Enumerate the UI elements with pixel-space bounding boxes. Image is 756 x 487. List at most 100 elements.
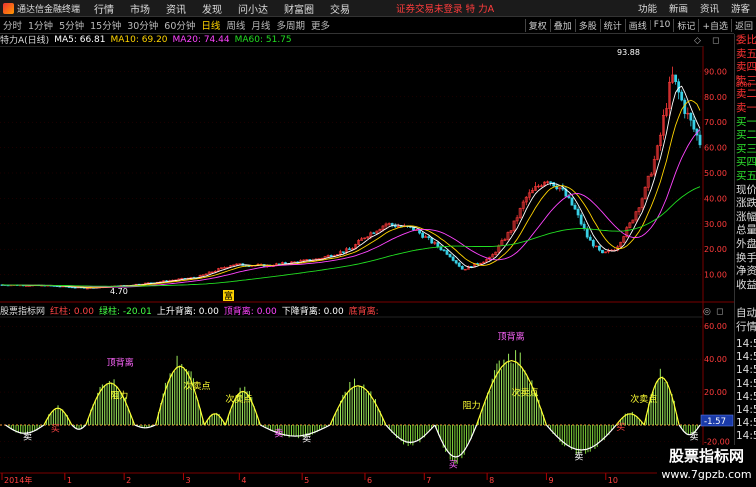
side-label: 涨幅 [736,210,756,223]
date-axis-tick: 3 [185,476,190,485]
indicator-axis-tick: 20.00 [704,388,727,397]
date-axis-tick: 10 [608,476,618,485]
candle-body [591,240,595,247]
side-label: 14:5 [736,338,756,350]
candle-body [372,232,376,234]
candle-body [73,287,77,289]
tool-fanhui[interactable]: 返回 [730,18,756,32]
candle-body [585,228,589,238]
ma-line-ma5 [1,85,701,289]
price-axis-tick: 20.00 [704,245,727,254]
indicator-close-icon[interactable]: ◻ [716,307,723,317]
side-label: 14:5 [736,377,756,390]
candle-body [436,242,440,248]
indicator-annotation: 买 [51,424,60,435]
candle-body [442,249,446,251]
close-icon[interactable]: ◻ [712,36,719,46]
candle-body [579,214,583,225]
ma-line-ma10 [1,99,701,289]
indicator-annotation: 卖 [690,432,699,443]
watermark-title: 股票指标网 [668,447,744,465]
candle-body [348,248,351,250]
ma-line-ma20 [1,129,701,288]
date-axis-tick: 9 [548,476,553,485]
indicator-annotation: 卖 [302,433,311,444]
side-label: 卖三 [736,74,756,87]
indicator-annotation: 阻力 [110,390,128,402]
value-box-label: -1.57 [704,417,726,427]
candle-body [390,223,394,226]
side-label: 卖一 [736,102,756,114]
candle-body [445,250,449,255]
side-label: 委比 [736,34,756,46]
price-candles [0,66,702,290]
candle-body [601,249,604,254]
indicator-annotation: 卖 [23,432,32,443]
ma-lines [1,85,701,289]
indicator-annotation: 次卖点 [183,380,210,392]
date-axis-tick: 1 [67,476,72,485]
side-label: 净资 [736,265,756,278]
date-axis-tick: 5 [304,476,309,485]
candle-body [469,266,473,268]
candle-body [549,181,553,183]
candle-body [582,223,586,230]
indicator-annotation: 顶背离 [107,357,134,369]
side-label: 买一 [736,115,756,128]
side-label: 买三 [736,142,756,155]
side-label: 涨跌 [736,197,756,210]
price-axis-tick: 40.00 [704,194,727,203]
side-label: 卖二 [736,88,756,101]
side-label: 总量 [736,224,756,237]
watermark: 股票指标网 www.7gpzb.com [657,445,756,487]
date-axis-tick: 8 [489,476,494,485]
side-label: 14:5 [736,351,756,364]
candle-body [454,260,458,264]
side-label: 自动 [736,307,756,319]
date-axis-tick: 6 [367,476,372,485]
candle-body [451,256,455,261]
chart-canvas[interactable]: 10.00 20.00 30.00 40.00 50.00 60.00 70.00 80.00… [0,0,734,487]
candle-body [680,91,684,101]
candle-body [689,112,693,121]
price-axis-tick: 80.00 [704,93,727,102]
indicator-annotation: 买 [449,460,458,471]
price-axis-tick: 60.00 [704,144,727,153]
candle-body [570,197,574,206]
date-axis-tick: 2014年 [4,475,32,485]
price-axis-tick: 30.00 [704,220,727,229]
date-axis-tick: 7 [426,476,431,485]
indicator-bars [0,350,703,464]
restore-icon[interactable]: ◇ [694,36,701,46]
price-axis-tick: 50.00 [704,169,727,178]
indicator-annotation: 顶背离 [498,330,525,342]
side-label: 行情 [736,321,756,333]
side-label: 14:5 [736,404,756,416]
candle-body [421,232,425,238]
indicator-annotation: 次卖点 [630,393,657,405]
price-axis-tick: 70.00 [704,118,727,127]
grid-lines: 10.00 20.00 30.00 40.00 50.00 60.00 70.00 80.00… [0,33,734,487]
candle-body [329,255,333,257]
candle-body [457,262,461,267]
candle-body [677,81,681,93]
candle-body [552,182,556,187]
side-label: 换手 [736,251,756,264]
side-label: 收益 [736,278,756,291]
candle-body [576,208,580,216]
side-label: 14:5 [736,390,756,403]
candle-body [573,204,577,210]
candle-body [448,254,452,258]
indicator-annotation: 次卖点 [225,393,252,405]
ma-line-ma60 [1,186,701,287]
indicator-settings-icon[interactable]: ◎ [703,307,711,317]
quote-side-panel: R 8000 委比 卖五 卖四 卖三 卖二 卖一 买一 买二 买三 买四 买五 现价 涨跌 涨幅 总量 外盘换… [734,34,756,487]
candle-body [674,74,678,82]
candle-body [427,236,431,239]
indicator-axis-tick: 40.00 [704,355,727,364]
candle-body [460,266,464,270]
side-label: 14:5 [736,430,756,443]
candle-body [598,245,601,251]
chart-labels: 卖买顶背离阻力次卖点次卖点卖 卖买次卖点阻力卖顶背离次卖点买卖 [23,330,699,470]
watermark-url: www.7gpzb.com [661,468,752,481]
